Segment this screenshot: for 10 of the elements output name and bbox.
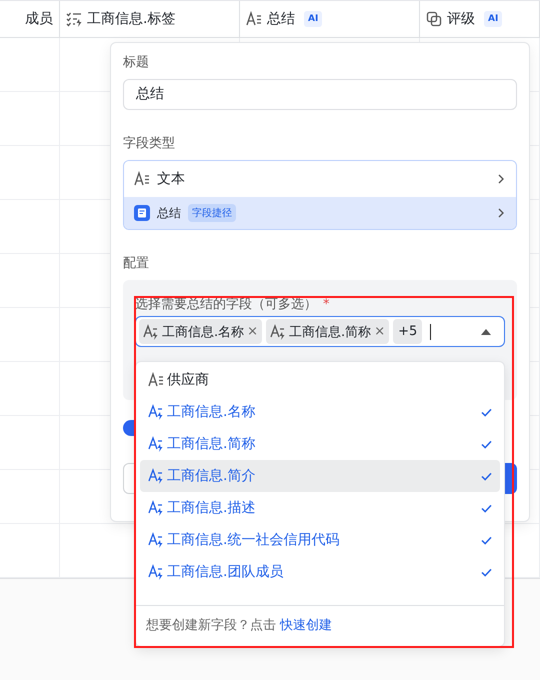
field-label: 选择需要总结的字段（可多选） * [135,296,330,313]
footer-hint: 想要创建新字段？点击 快速创建 [145,617,334,635]
selected-tag: 工商信息.简称 × [266,319,390,344]
shortcut-badge: 字段捷径 [188,204,236,222]
selected-tag: 工商信息.名称 × [139,319,262,344]
field-label: 标题 [123,54,150,72]
ai-badge: AI [304,11,322,27]
ai-badge: AI [484,11,502,27]
field-label: 字段类型 [123,135,176,153]
field-label: 配置 [123,255,150,273]
